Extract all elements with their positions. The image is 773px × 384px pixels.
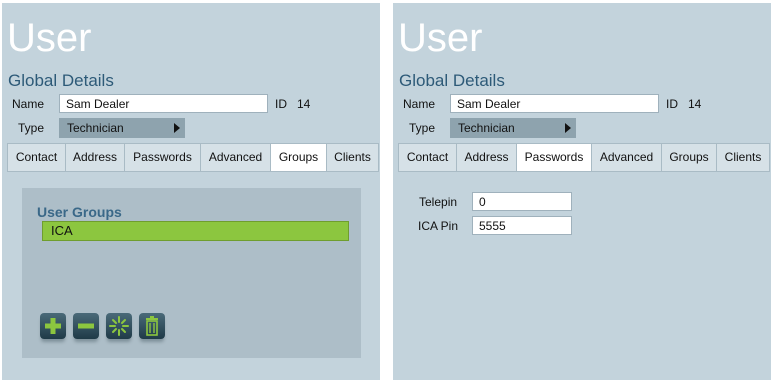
ica-pin-label: ICA Pin — [418, 219, 459, 233]
type-select[interactable]: Technician — [59, 118, 185, 138]
group-item[interactable]: ICA — [42, 221, 349, 241]
chevron-right-icon — [565, 123, 571, 133]
tab-bar: Contact Address Passwords Advanced Group… — [398, 143, 770, 172]
telepin-label: Telepin — [419, 195, 458, 209]
id-label: ID — [275, 97, 287, 111]
type-label: Type — [409, 121, 436, 135]
tab-passwords[interactable]: Passwords — [124, 143, 201, 172]
sparkle-icon — [109, 316, 129, 336]
user-groups-box: User Groups ICA — [22, 188, 361, 358]
remove-icon — [78, 323, 94, 329]
tab-address[interactable]: Address — [456, 143, 517, 172]
tab-groups[interactable]: Groups — [270, 143, 327, 172]
add-group-button[interactable] — [40, 313, 66, 339]
spark-button[interactable] — [106, 313, 132, 339]
remove-group-button[interactable] — [73, 313, 99, 339]
tab-address[interactable]: Address — [65, 143, 125, 172]
tab-clients[interactable]: Clients — [716, 143, 770, 172]
trash-icon — [146, 316, 158, 336]
tab-contact[interactable]: Contact — [7, 143, 66, 172]
user-groups-title: User Groups — [37, 204, 122, 220]
tab-advanced[interactable]: Advanced — [200, 143, 271, 172]
chevron-right-icon — [174, 123, 180, 133]
type-select-value: Technician — [67, 121, 124, 135]
id-value: 14 — [297, 97, 311, 111]
name-field[interactable] — [59, 94, 268, 113]
telepin-field[interactable] — [472, 192, 572, 211]
tab-passwords[interactable]: Passwords — [516, 143, 592, 172]
section-title: Global Details — [8, 71, 114, 90]
page-title: User — [398, 16, 483, 60]
type-select[interactable]: Technician — [450, 118, 576, 138]
tab-bar: Contact Address Passwords Advanced Group… — [7, 143, 379, 172]
name-field[interactable] — [450, 94, 659, 113]
name-label: Name — [12, 97, 45, 111]
tab-groups[interactable]: Groups — [661, 143, 717, 172]
page-title: User — [7, 16, 92, 60]
user-panel-groups: User Global Details Name ID 14 Type Tech… — [2, 3, 380, 380]
type-label: Type — [18, 121, 45, 135]
add-icon — [45, 318, 61, 334]
delete-group-button[interactable] — [139, 313, 165, 339]
section-title: Global Details — [399, 71, 505, 90]
tab-contact[interactable]: Contact — [398, 143, 457, 172]
id-value: 14 — [688, 97, 702, 111]
ica-pin-field[interactable] — [472, 216, 572, 235]
tab-advanced[interactable]: Advanced — [591, 143, 662, 172]
id-label: ID — [666, 97, 678, 111]
name-label: Name — [403, 97, 436, 111]
type-select-value: Technician — [458, 121, 515, 135]
user-panel-passwords: User Global Details Name ID 14 Type Tech… — [393, 3, 771, 380]
tab-clients[interactable]: Clients — [326, 143, 379, 172]
